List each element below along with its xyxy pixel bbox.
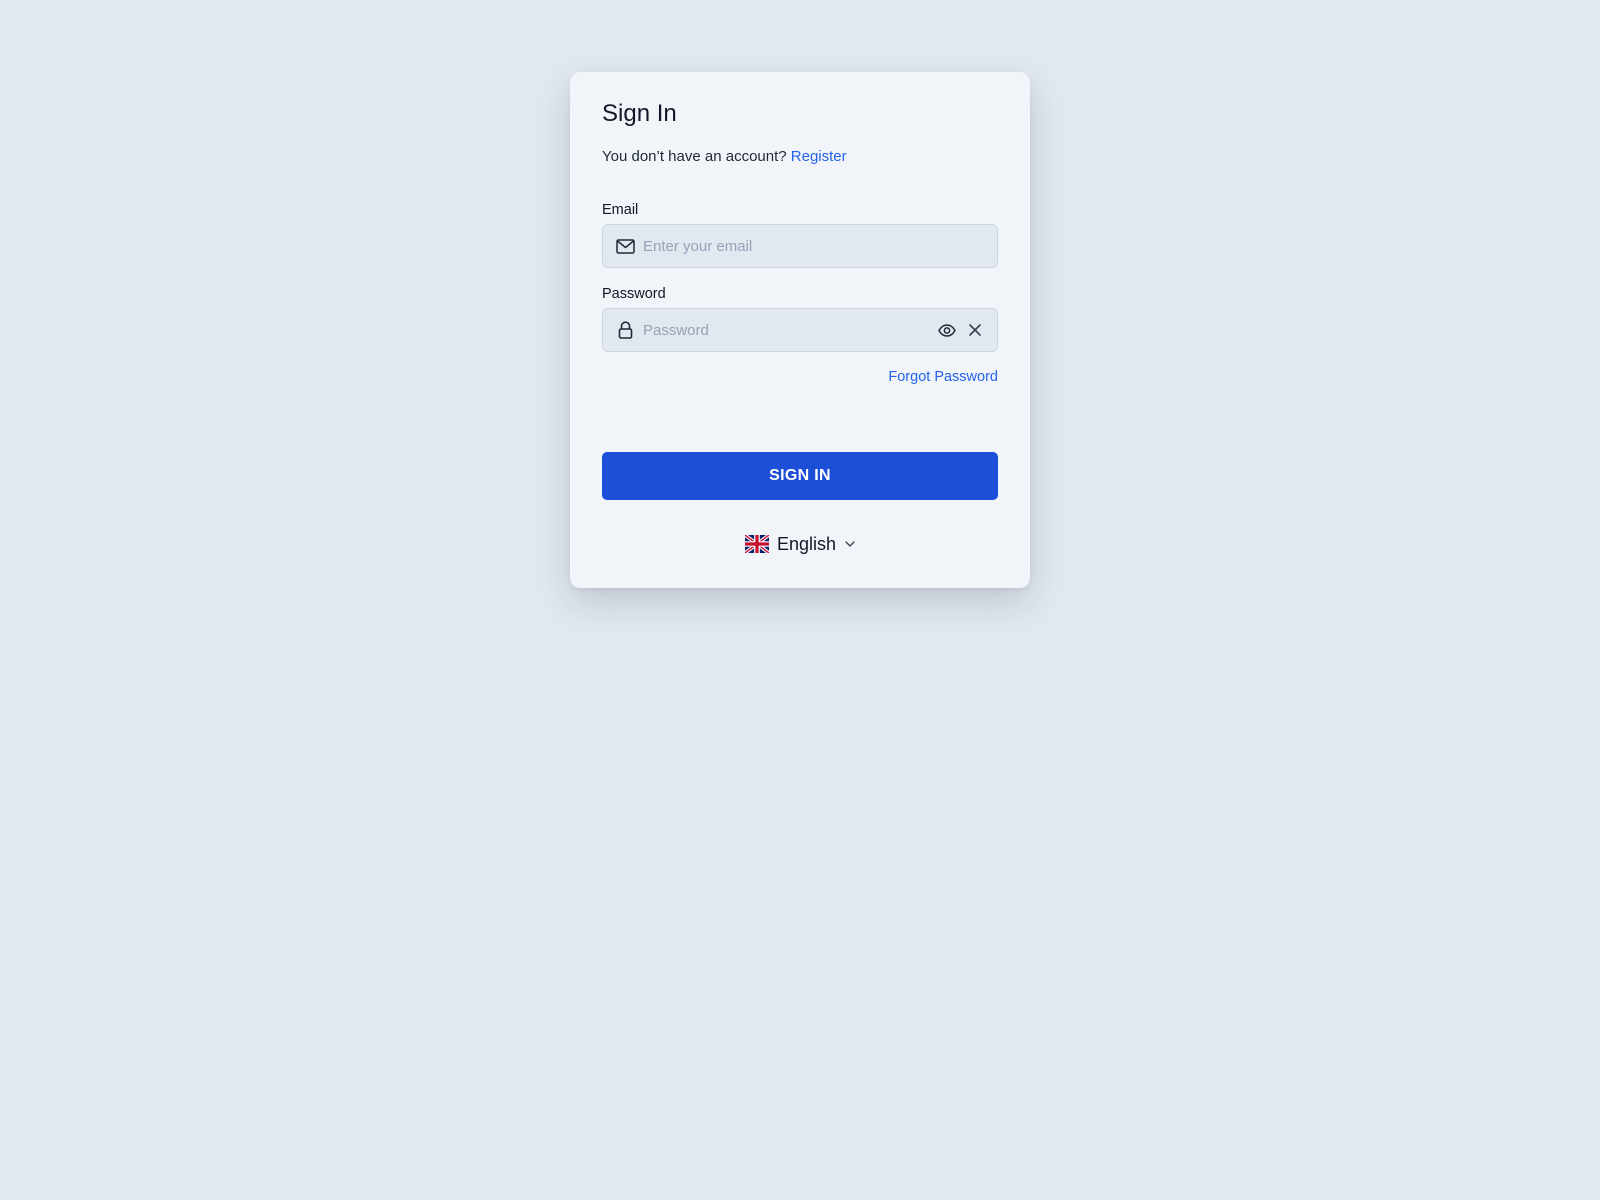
register-link[interactable]: Register — [791, 148, 847, 165]
forgot-password-link[interactable]: Forgot Password — [888, 370, 998, 385]
password-label: Password — [602, 286, 666, 302]
sign-in-button[interactable]: SIGN IN — [602, 452, 998, 500]
email-field-wrapper — [602, 224, 998, 268]
uk-flag-icon — [744, 535, 769, 553]
language-label: English — [776, 534, 837, 554]
register-prompt: You don’t have an account? Register — [602, 149, 847, 164]
signin-card: Sign In You don’t have an account? Regis… — [570, 72, 1030, 588]
close-icon[interactable] — [965, 320, 985, 340]
password-field-wrapper — [602, 308, 998, 352]
page-title: Sign In — [602, 100, 677, 127]
password-input[interactable] — [643, 309, 937, 351]
mail-icon — [615, 236, 635, 256]
language-selector[interactable]: English — [570, 532, 1030, 556]
email-label: Email — [602, 202, 639, 218]
email-input[interactable] — [643, 225, 997, 267]
chevron-down-icon — [845, 539, 855, 549]
eye-icon[interactable] — [937, 320, 957, 340]
lock-icon — [615, 320, 635, 340]
register-prompt-text: You don’t have an account? — [602, 148, 787, 165]
